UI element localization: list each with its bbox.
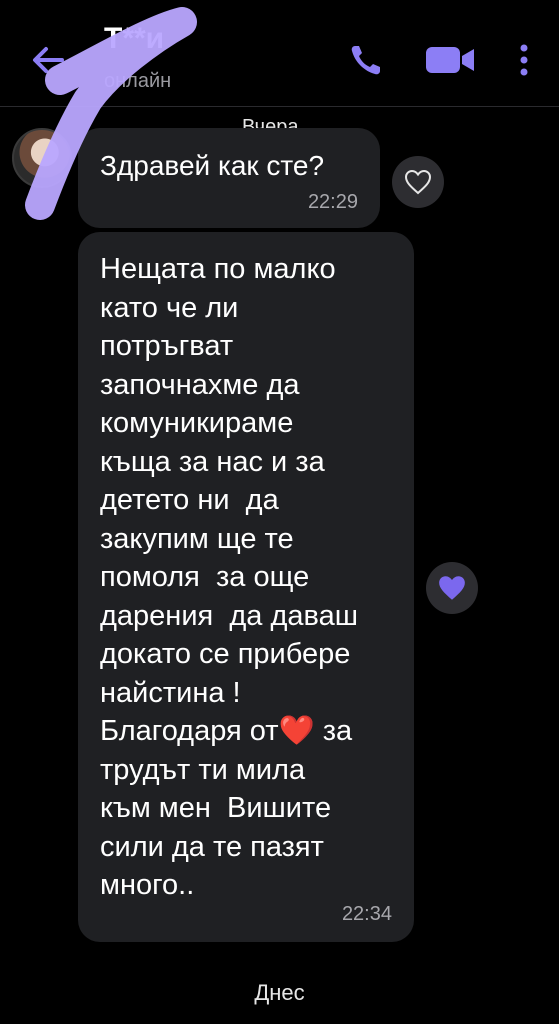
contact-status: онлайн (104, 70, 172, 92)
like-button[interactable] (426, 562, 478, 614)
contact-name[interactable]: Т**и (104, 22, 164, 56)
phone-icon[interactable] (346, 40, 386, 80)
chat-header: Т**и онлайн (0, 0, 559, 107)
message-text: Нещата по малко като че ли потръгват зап… (100, 253, 358, 901)
message-time: 22:34 (341, 903, 392, 925)
video-camera-icon[interactable] (424, 40, 478, 80)
heart-filled-icon (439, 576, 465, 600)
heart-outline-icon (404, 169, 432, 195)
like-button[interactable] (392, 156, 444, 208)
message-time: 22:29 (307, 191, 358, 213)
date-divider-today: Днес (254, 980, 305, 1005)
more-vertical-icon[interactable] (512, 40, 536, 80)
message-bubble[interactable]: Здравей как сте? 22:29 (78, 128, 380, 228)
back-arrow-icon[interactable] (26, 40, 70, 80)
message-bubble[interactable]: Нещата по малко като че ли потръгват зап… (78, 232, 414, 942)
contact-avatar[interactable] (12, 128, 72, 188)
message-text: Здравей как сте? (100, 150, 325, 181)
